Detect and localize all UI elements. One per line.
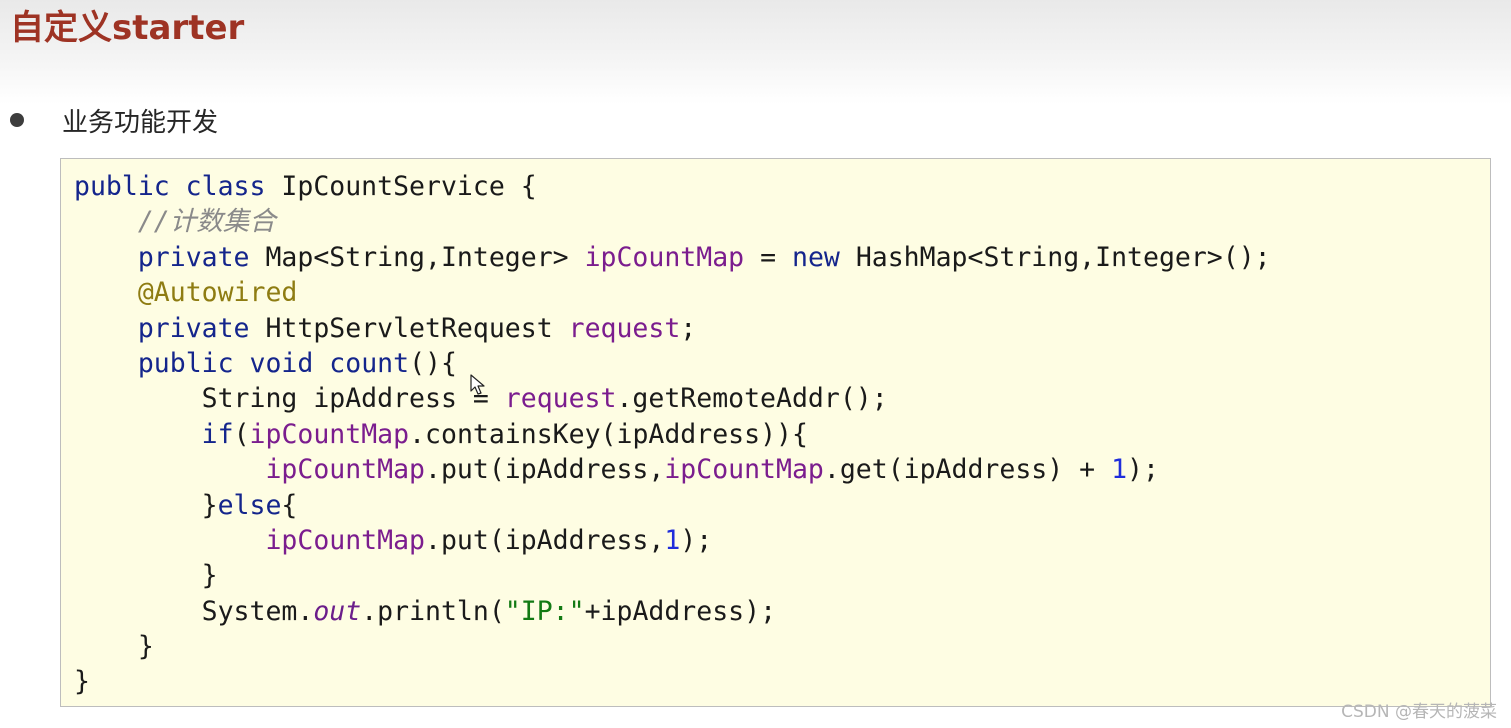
code-token-string: "IP:": [504, 595, 585, 627]
code-token-plain: .get(ipAddress) +: [823, 454, 1112, 486]
code-token-plain: .containsKey(ipAddress)){: [409, 418, 808, 450]
watermark: CSDN @春天的菠菜: [1341, 702, 1497, 722]
code-token-plain: }: [74, 560, 218, 592]
code-line: if(ipCountMap.containsKey(ipAddress)){: [74, 417, 1490, 452]
code-token-plain: ;: [680, 312, 697, 344]
code-token-plain: .println(: [361, 595, 505, 627]
code-line: public void count(){: [74, 346, 1490, 381]
code-token-plain: }: [74, 489, 218, 521]
code-token-plain: }: [74, 631, 154, 663]
code-token-plain: =: [744, 241, 792, 273]
code-token-field: ipCountMap: [249, 418, 410, 450]
code-token-annotation: @Autowired: [137, 277, 298, 309]
code-token-number: 1: [664, 524, 681, 556]
code-token-plain: .put(ipAddress,: [425, 454, 665, 486]
bullet-item: 业务功能开发: [10, 100, 218, 140]
code-token-plain: System.: [74, 595, 314, 627]
code-line: }: [74, 558, 1490, 593]
code-token-field: ipCountMap: [584, 241, 745, 273]
code-token-plain: );: [680, 524, 713, 556]
code-token-plain: IpCountService {: [265, 171, 537, 202]
code-line: ipCountMap.put(ipAddress,ipCountMap.get(…: [74, 452, 1490, 487]
code-token-keyword: new: [791, 241, 840, 273]
code-token-field: ipCountMap: [265, 524, 425, 556]
code-token-plain: );: [1127, 454, 1159, 486]
code-line: private Map<String,Integer> ipCountMap =…: [74, 240, 1490, 275]
code-token-plain: {: [281, 489, 298, 521]
code-token-field: ipCountMap: [664, 454, 824, 486]
code-line: @Autowired: [74, 275, 1490, 310]
title-bar: 自定义starter: [0, 0, 1511, 104]
code-token-keyword: public void: [137, 347, 314, 379]
code-token-plain: Map<String,Integer>: [249, 241, 585, 273]
code-token-keyword: private: [137, 241, 250, 273]
slide: 自定义starter 业务功能开发 public class IpCountSe…: [0, 0, 1511, 728]
code-block: public class IpCountService { //计数集合 pri…: [60, 158, 1491, 707]
code-line: }else{: [74, 488, 1490, 523]
bullet-dot-icon: [10, 113, 24, 127]
code-token-keyword: if: [201, 418, 234, 450]
code-token-plain: HttpServletRequest: [249, 312, 569, 344]
code-line: public class IpCountService {: [74, 169, 1490, 204]
code-token-field: ipCountMap: [265, 454, 425, 486]
code-token-keyword: public class: [74, 171, 266, 202]
code-token-plain: .getRemoteAddr();: [616, 383, 888, 415]
code-token-keyword: count: [329, 347, 410, 379]
code-line: private HttpServletRequest request;: [74, 311, 1490, 346]
slide-title: 自定义starter: [10, 8, 245, 48]
code-token-field: request: [504, 383, 617, 415]
code-token-plain: }: [74, 666, 90, 698]
code-token-comment: //计数集合: [137, 206, 276, 238]
mouse-pointer-icon: [470, 374, 485, 395]
code-token-keyword: else: [217, 489, 282, 521]
code-token-static: out: [313, 595, 362, 627]
code-line: String ipAddress = request.getRemoteAddr…: [74, 381, 1490, 416]
code-token-field: request: [568, 312, 681, 344]
code-token-plain: +ipAddress);: [584, 595, 777, 627]
code-line: ipCountMap.put(ipAddress,1);: [74, 523, 1490, 558]
code-token-plain: HashMap<String,Integer>();: [839, 241, 1271, 273]
code-line: System.out.println("IP:"+ipAddress);: [74, 594, 1490, 629]
code-line: }: [74, 629, 1490, 664]
code-token-plain: (: [233, 418, 250, 450]
code-token-keyword: private: [137, 312, 250, 344]
code-line: //计数集合: [74, 204, 1490, 239]
code-line: }: [74, 664, 1490, 699]
code-token-plain: .put(ipAddress,: [425, 524, 665, 556]
bullet-text: 业务功能开发: [62, 107, 219, 138]
code-token-number: 1: [1111, 454, 1128, 486]
code-token-plain: (){: [409, 347, 457, 379]
code-token-plain: String ipAddress =: [74, 383, 505, 415]
